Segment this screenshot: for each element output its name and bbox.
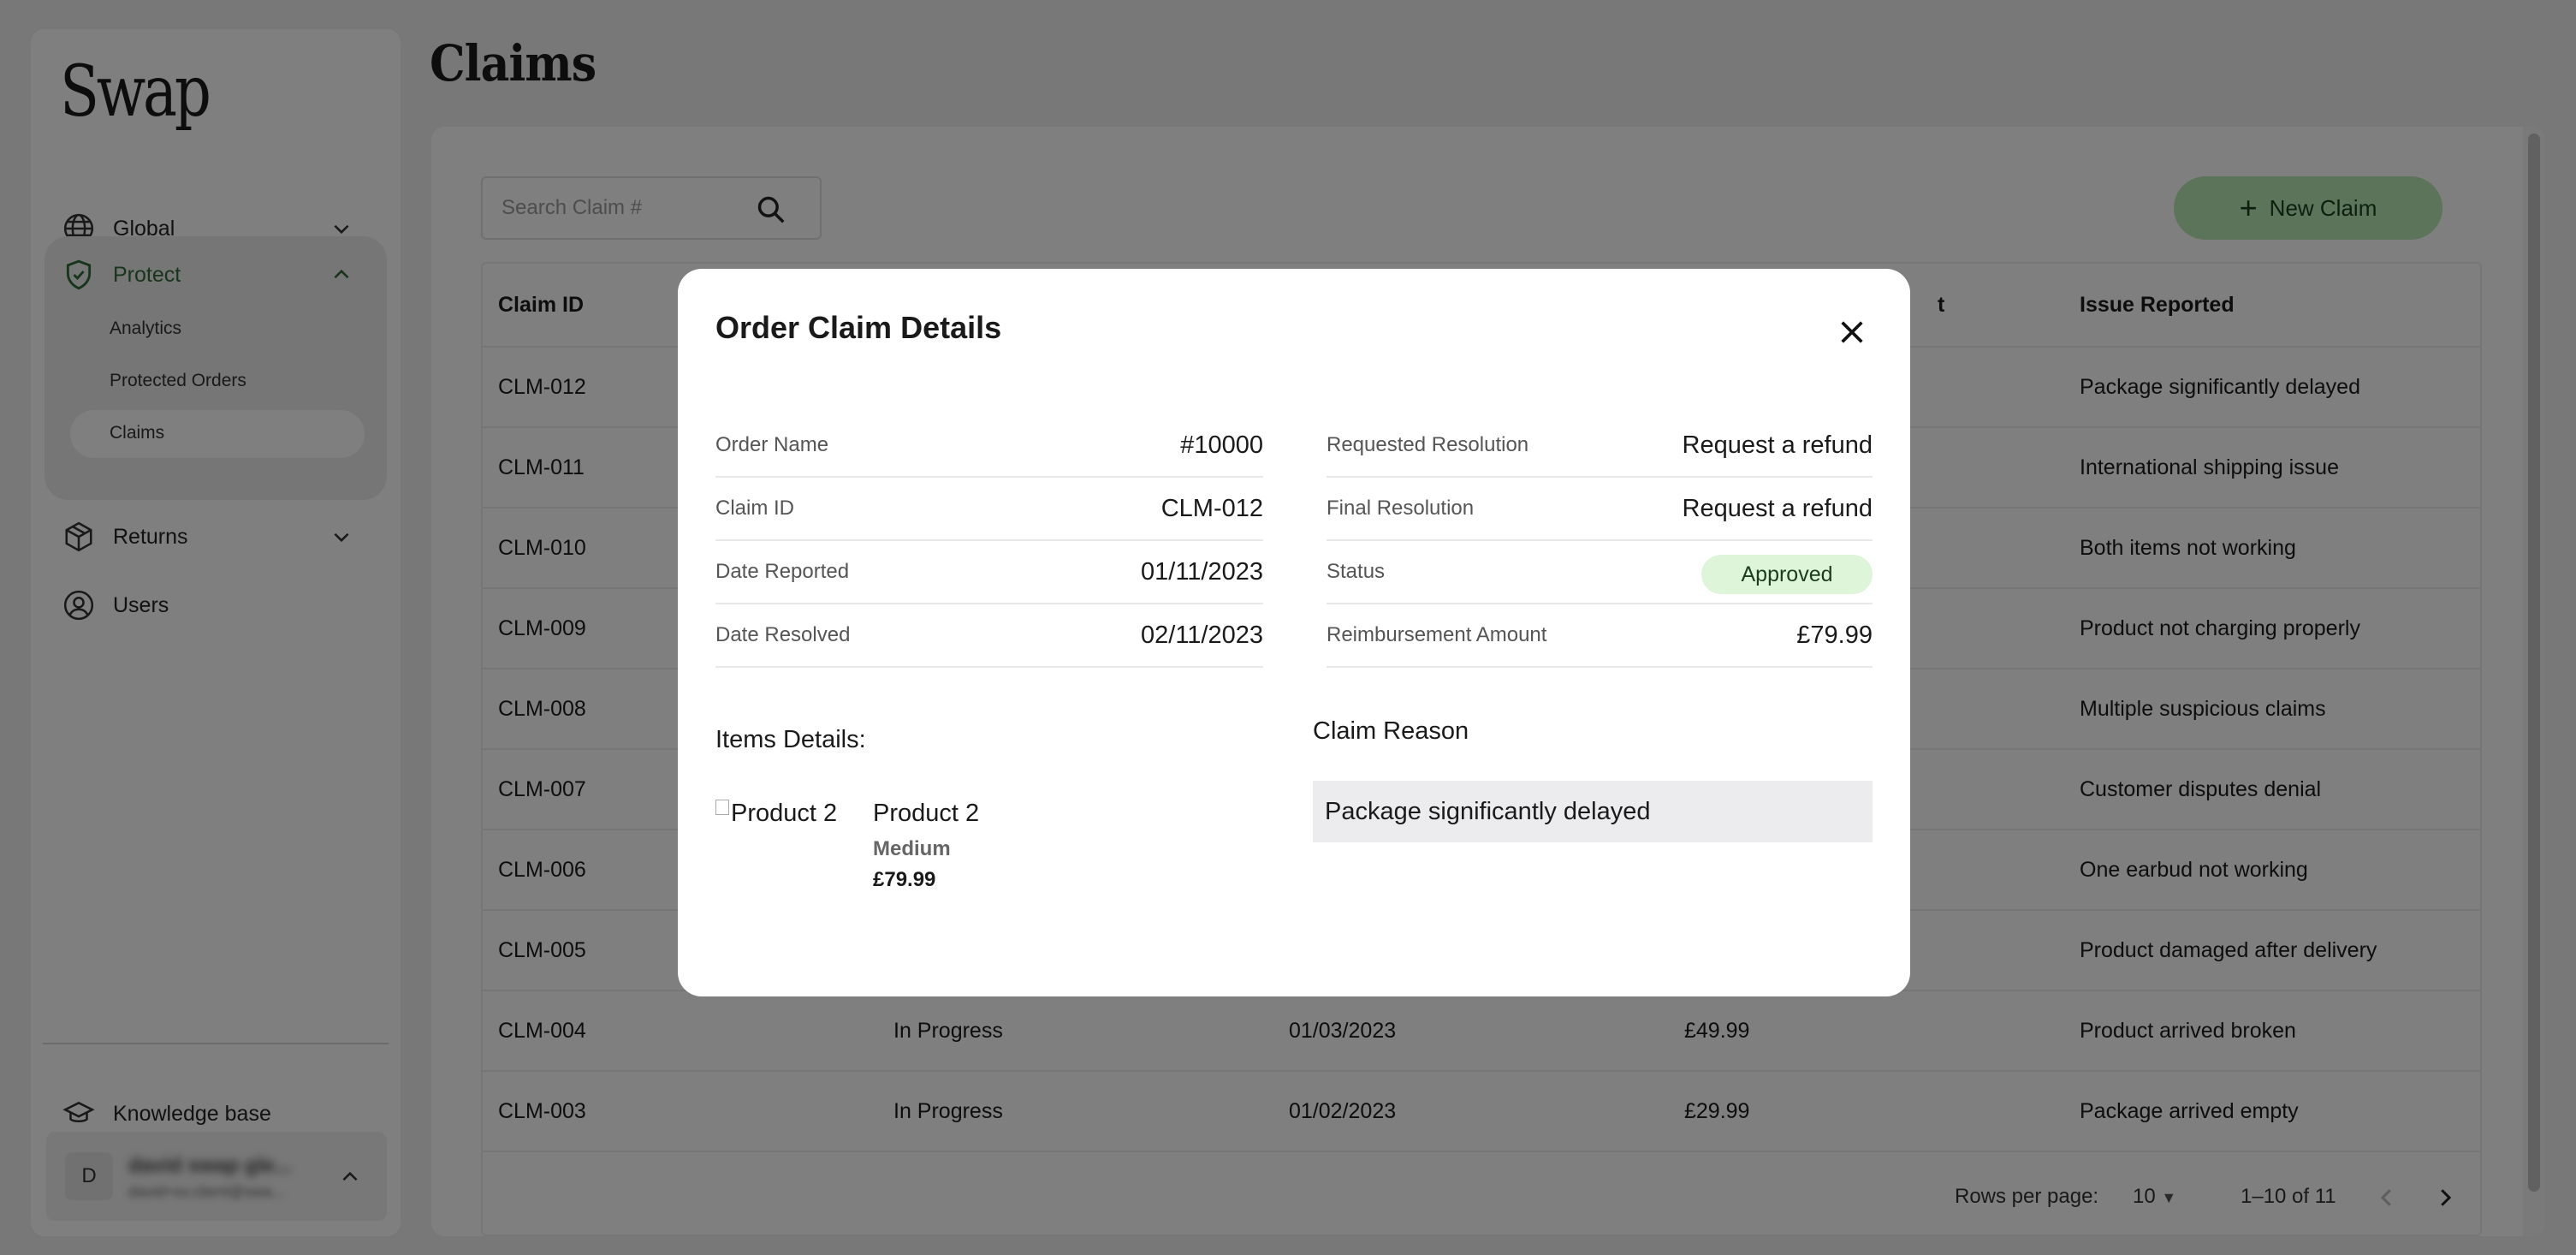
product-variant: Medium [873, 837, 951, 860]
close-button[interactable] [1831, 312, 1873, 353]
detail-requested-resolution: Requested Resolution Request a refund [1327, 414, 1873, 478]
product-image: Product 2 [715, 800, 837, 828]
order-claim-details-modal: Order Claim Details Order Name #10000 Cl… [678, 269, 1910, 996]
close-icon [1841, 321, 1863, 343]
items-details-label: Items Details: [715, 726, 866, 753]
detail-claim-id: Claim ID CLM-012 [715, 478, 1263, 541]
detail-date-reported: Date Reported 01/11/2023 [715, 541, 1263, 604]
detail-final-resolution: Final Resolution Request a refund [1327, 478, 1873, 541]
broken-image-icon [715, 800, 729, 815]
product-name: Product 2 [873, 800, 980, 827]
modal-title: Order Claim Details [715, 310, 1002, 345]
product-price: £79.99 [873, 868, 936, 891]
claim-reason-box: Package significantly delayed [1313, 781, 1873, 842]
detail-status: Status Approved [1327, 541, 1873, 604]
detail-date-resolved: Date Resolved 02/11/2023 [715, 604, 1263, 668]
detail-reimbursement-amount: Reimbursement Amount £79.99 [1327, 604, 1873, 668]
detail-order-name: Order Name #10000 [715, 414, 1263, 478]
status-badge: Approved [1701, 555, 1873, 594]
claim-reason-label: Claim Reason [1313, 717, 1469, 745]
